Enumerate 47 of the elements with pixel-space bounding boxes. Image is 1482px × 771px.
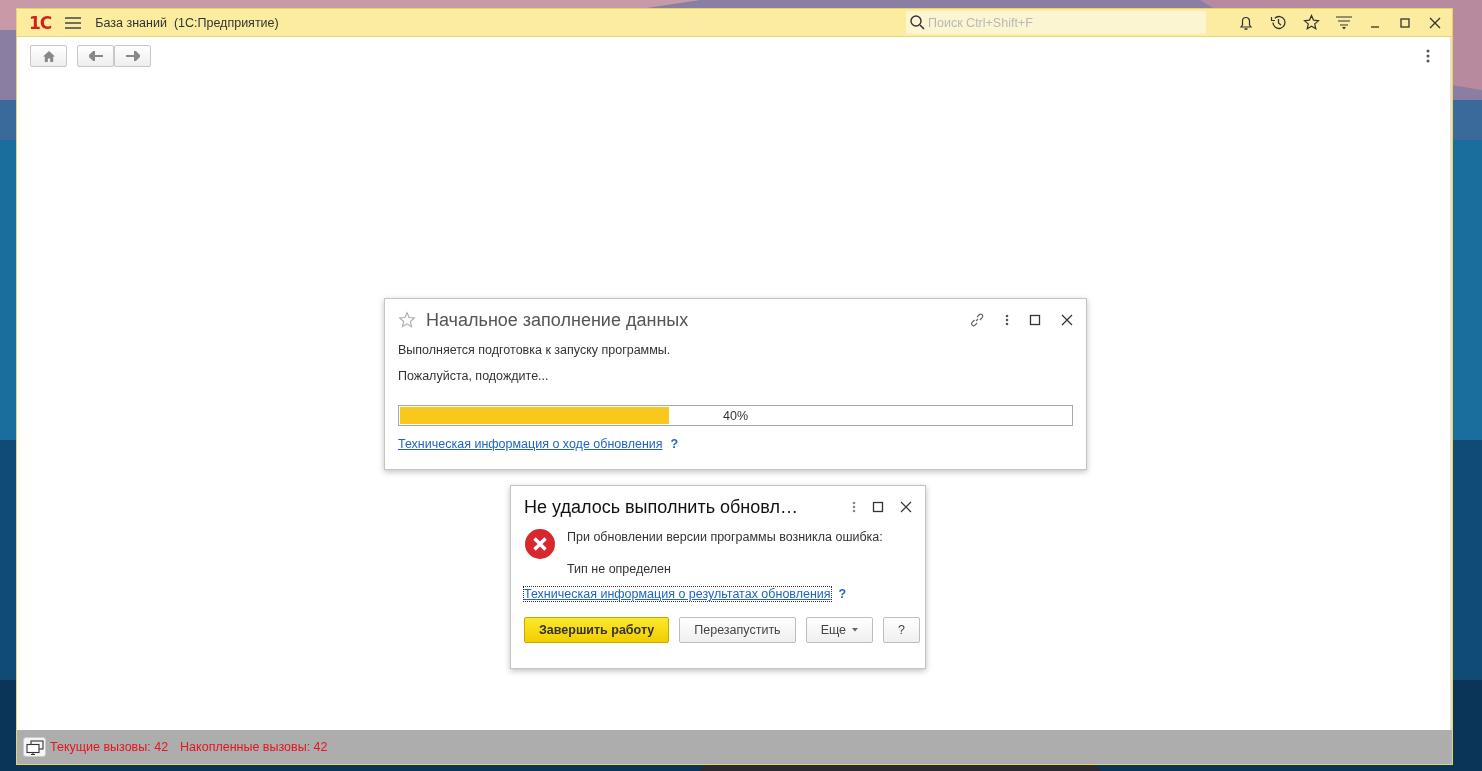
- home-button[interactable]: [30, 45, 67, 67]
- window-title: База знаний (1С:Предприятие): [95, 15, 279, 30]
- message-text: Выполняется подготовка к запуску программы.: [398, 343, 672, 357]
- app-logo: 1С: [29, 12, 52, 33]
- history-icon[interactable]: [1270, 14, 1287, 31]
- back-button[interactable]: [77, 45, 114, 67]
- info-link[interactable]: Техническая информация о результатах обновления: [524, 587, 831, 601]
- error-detail: Тип не определен: [567, 562, 672, 576]
- dialog-title: Не удалось выполнить обновл…: [524, 496, 798, 518]
- message-text: Пожалуйста, подождите...: [398, 369, 550, 383]
- more-icon[interactable]: [852, 501, 856, 513]
- monitors-icon: [25, 739, 44, 755]
- close-icon[interactable]: [1061, 314, 1073, 326]
- menu-icon[interactable]: [65, 16, 82, 29]
- dialog-title: Начальное заполнение данных: [426, 309, 689, 331]
- dialog-button[interactable]: Перезапустить: [679, 617, 796, 643]
- home-icon: [42, 50, 55, 62]
- link-icon[interactable]: [969, 312, 985, 328]
- star-icon[interactable]: [1303, 14, 1320, 31]
- info-link[interactable]: Техническая информация о ходе обновления: [398, 437, 663, 451]
- maximize-icon[interactable]: [872, 501, 884, 513]
- more-icon[interactable]: [1426, 49, 1430, 63]
- search-icon: [910, 15, 925, 30]
- filter-icon[interactable]: [1336, 15, 1352, 30]
- windows-button[interactable]: [23, 737, 46, 757]
- bell-icon[interactable]: [1238, 14, 1254, 31]
- scrollbar[interactable]: [1450, 37, 1452, 730]
- error-message: При обновлении версии программы возникла ошибка:: [567, 530, 883, 544]
- close-icon[interactable]: [1428, 15, 1442, 30]
- status-text: Текущие вызовы: 42: [50, 740, 169, 754]
- status-text: Накопленные вызовы: 42: [180, 740, 328, 754]
- dialog-button[interactable]: ?: [883, 617, 920, 643]
- forward-button[interactable]: [114, 45, 151, 67]
- more-dropdown-button[interactable]: Еще: [805, 617, 874, 643]
- close-icon[interactable]: [900, 501, 912, 513]
- help-link[interactable]: ?: [670, 437, 679, 451]
- search-field[interactable]: Поиск Ctrl+Shift+F: [906, 11, 1206, 34]
- help-link[interactable]: ?: [838, 587, 847, 601]
- dialog-button[interactable]: Завершить работу: [524, 617, 670, 643]
- left-arrow-icon: [88, 51, 103, 61]
- error-icon: [524, 528, 556, 560]
- maximize-icon[interactable]: [1029, 314, 1041, 326]
- more-icon[interactable]: [1005, 314, 1009, 326]
- star-icon[interactable]: [398, 311, 416, 329]
- progress-reading: 40%: [722, 409, 749, 423]
- right-arrow-icon: [125, 51, 140, 61]
- caret-icon: [852, 628, 859, 632]
